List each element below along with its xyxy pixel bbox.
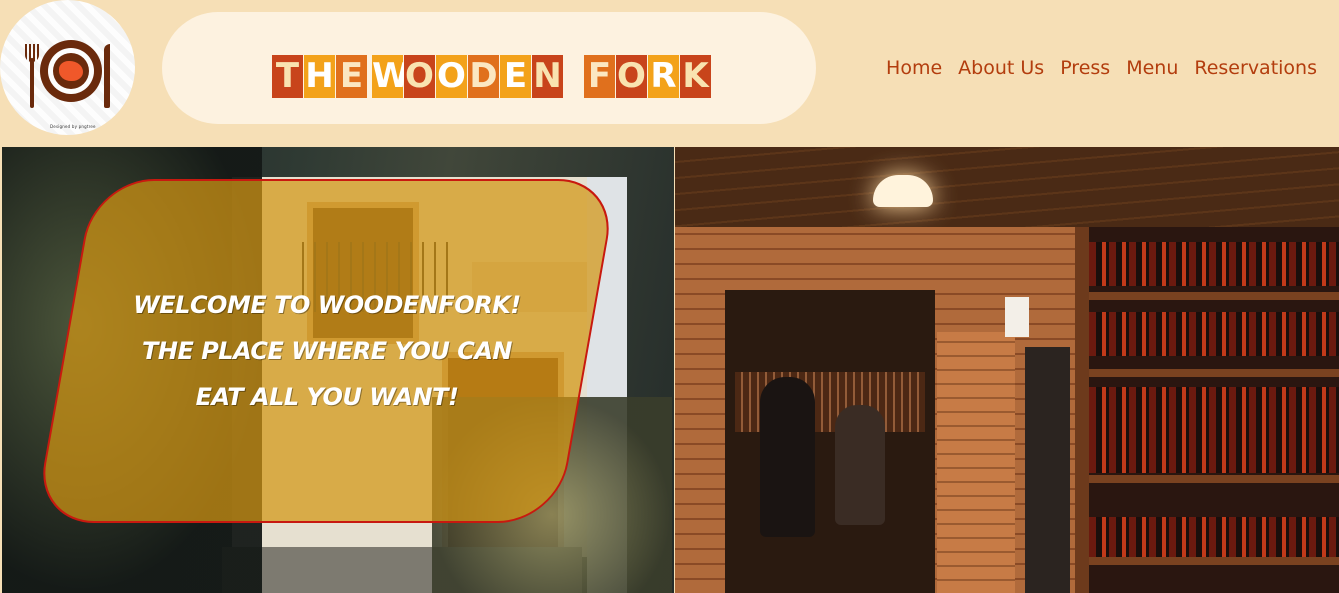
main-nav: Home About Us Press Menu Reservations — [886, 57, 1317, 79]
title-word-wooden: WOODEN — [372, 55, 564, 98]
bottle-row — [1089, 242, 1339, 286]
title-tile: R — [648, 55, 679, 98]
nav-about-us[interactable]: About Us — [958, 57, 1044, 79]
brick-pillar — [937, 332, 1015, 593]
diner-figure — [760, 377, 815, 537]
title-tile: O — [436, 55, 467, 98]
food-shape — [59, 61, 83, 81]
nav-menu[interactable]: Menu — [1126, 57, 1178, 79]
bottle-row — [1089, 429, 1339, 473]
logo-credit: Designed by pngtree — [50, 124, 96, 129]
bottle-row — [1089, 312, 1339, 356]
welcome-line-1: WELCOME TO WOODENFORK! — [133, 291, 521, 319]
bottle-row — [1089, 517, 1339, 561]
hero-image-entrance: WELCOME TO WOODENFORK! THE PLACE WHERE Y… — [2, 147, 674, 593]
title-word-fork: FORK — [584, 55, 712, 98]
shelf-board — [1089, 475, 1339, 483]
welcome-line-2: THE PLACE WHERE YOU CAN — [141, 337, 513, 365]
title-tile: O — [404, 55, 435, 98]
title-tile: F — [584, 55, 615, 98]
title-tile: T — [272, 55, 303, 98]
hero-image-interior — [675, 147, 1339, 593]
site-header: Designed by pngtree THE WOODEN FORK Home… — [0, 0, 1339, 146]
fork-handle — [30, 58, 34, 108]
welcome-message: WELCOME TO WOODENFORK! THE PLACE WHERE Y… — [122, 282, 532, 420]
shelf-board — [1089, 369, 1339, 377]
shelf-board — [1089, 292, 1339, 300]
diner-figure — [835, 405, 885, 525]
knife-icon — [104, 44, 110, 108]
title-tile: W — [372, 55, 410, 98]
site-title-banner: THE WOODEN FORK — [162, 12, 816, 124]
nav-home[interactable]: Home — [886, 57, 942, 79]
welcome-line-3: EAT ALL YOU WANT! — [195, 383, 459, 411]
title-tile: E — [500, 55, 531, 98]
title-tile: N — [532, 55, 563, 98]
restaurant-logo[interactable]: Designed by pngtree — [0, 0, 135, 135]
dark-door — [1025, 347, 1070, 593]
title-tile: E — [336, 55, 367, 98]
title-tile: K — [680, 55, 711, 98]
archway — [725, 290, 935, 593]
nav-press[interactable]: Press — [1060, 57, 1110, 79]
shelf-board — [1089, 557, 1339, 565]
nav-reservations[interactable]: Reservations — [1194, 57, 1317, 79]
title-tile: D — [468, 55, 499, 98]
title-word-the: THE — [272, 55, 368, 98]
title-tile: O — [616, 55, 647, 98]
title-tile: H — [304, 55, 335, 98]
no-smoking-sign — [1005, 297, 1029, 337]
bottle-row — [1089, 387, 1339, 431]
